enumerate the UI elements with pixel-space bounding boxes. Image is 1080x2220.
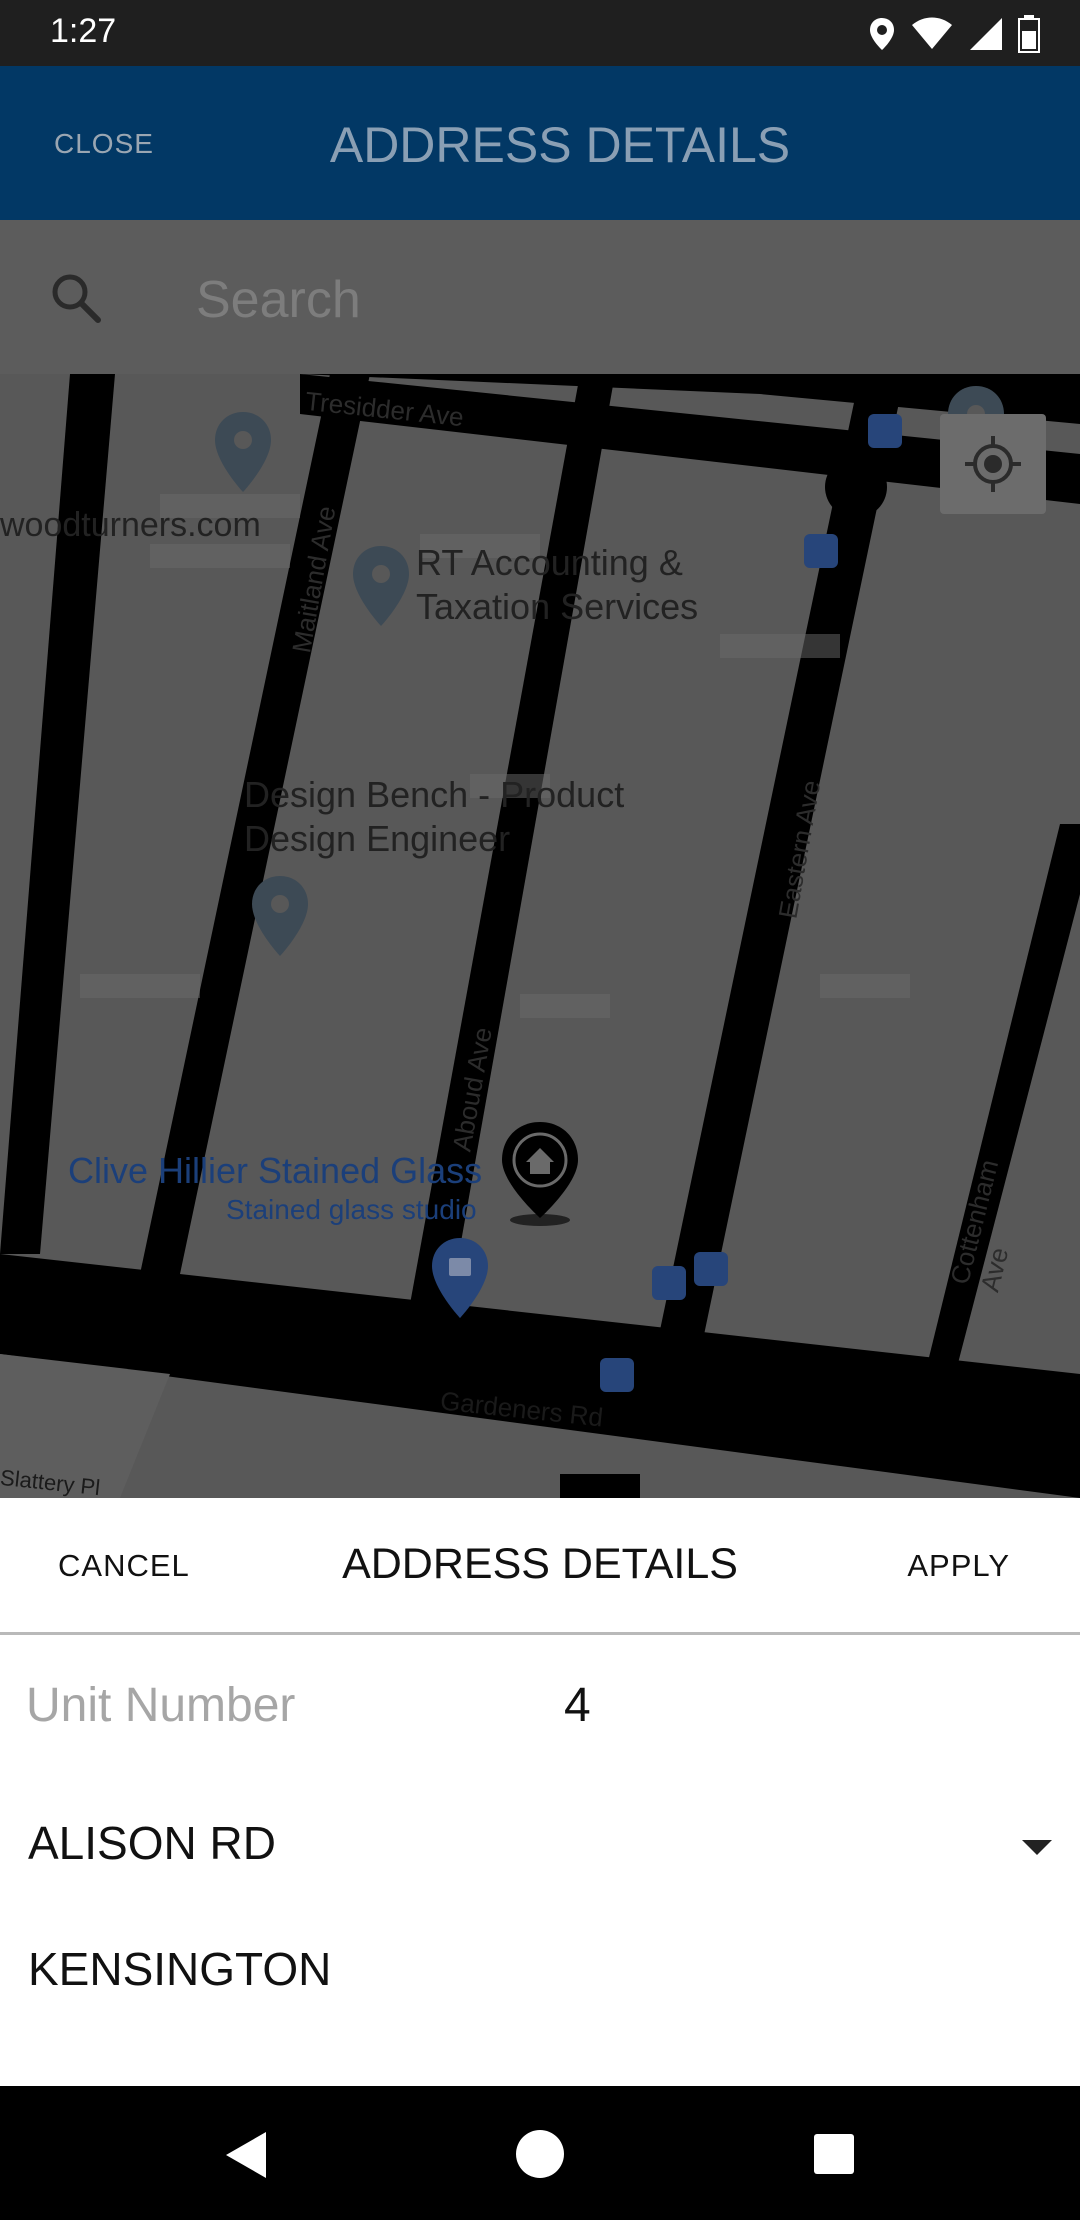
place-label-design-bench-line2[interactable]: Design Engineer — [244, 818, 510, 860]
search-bar[interactable]: Search — [0, 220, 1080, 374]
intersection-marker-icon — [825, 456, 887, 518]
bus-stop-icon — [868, 414, 902, 448]
sheet-header: CANCEL ADDRESS DETAILS APPLY — [0, 1498, 1080, 1635]
home-icon[interactable] — [514, 2128, 566, 2180]
bus-stop-icon — [694, 1252, 728, 1286]
dropdown-arrow-icon[interactable] — [1022, 1840, 1052, 1855]
search-input[interactable]: Search — [196, 270, 361, 330]
street-select[interactable]: ALISON RD — [28, 1816, 276, 1870]
signal-icon — [970, 18, 1002, 50]
unit-number-label: Unit Number — [26, 1679, 296, 1732]
location-icon — [870, 18, 894, 50]
shopping-pin-icon[interactable] — [430, 1236, 490, 1320]
bus-stop-icon — [804, 534, 838, 568]
place-pin-icon[interactable] — [213, 410, 273, 494]
recents-icon[interactable] — [812, 2132, 856, 2176]
map-view[interactable]: Tresidder Ave Maitland Ave Aboud Ave Eas… — [0, 374, 1080, 1498]
address-details-sheet: CANCEL ADDRESS DETAILS APPLY Unit Number… — [0, 1498, 1080, 2086]
place-label-rt-accounting-line1[interactable]: RT Accounting & — [416, 542, 683, 584]
unit-number-field[interactable]: 4 — [564, 1678, 591, 1733]
app-bar: CLOSE ADDRESS DETAILS — [0, 66, 1080, 220]
status-time: 1:27 — [50, 12, 117, 50]
apply-button[interactable]: APPLY — [907, 1548, 1010, 1584]
bus-stop-icon — [600, 1358, 634, 1392]
suburb-field[interactable]: KENSINGTON — [28, 1942, 331, 1996]
place-label-rt-accounting-line2[interactable]: Taxation Services — [416, 586, 698, 628]
my-location-button[interactable] — [940, 414, 1046, 514]
place-label-design-bench-line1[interactable]: Design Bench - Product — [244, 774, 624, 816]
battery-icon — [1018, 15, 1040, 53]
back-icon[interactable] — [222, 2130, 270, 2180]
status-bar: 1:27 — [0, 0, 1080, 66]
place-pin-icon[interactable] — [351, 544, 411, 628]
search-icon — [52, 274, 101, 323]
home-marker-icon — [502, 1122, 578, 1226]
bus-stop-icon — [652, 1266, 686, 1300]
place-label-clive-hillier-subtitle: Stained glass studio — [226, 1194, 477, 1225]
wifi-icon — [912, 17, 952, 49]
place-label-clive-hillier[interactable]: Clive Hillier Stained Glass — [68, 1150, 482, 1192]
system-nav-bar — [0, 2086, 1080, 2220]
place-label-woodturners[interactable]: woodturners.com — [0, 506, 261, 545]
app-title: ADDRESS DETAILS — [329, 117, 791, 173]
place-pin-icon[interactable] — [250, 874, 310, 958]
my-location-icon — [965, 436, 1021, 492]
